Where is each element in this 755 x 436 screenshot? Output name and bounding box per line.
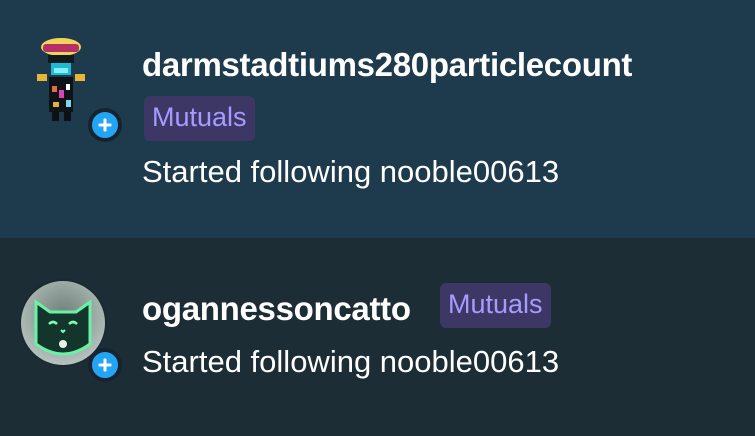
plus-icon	[98, 358, 112, 372]
pixel-art-robot-icon	[37, 38, 85, 121]
activity-text: Started following nooble00613	[142, 154, 560, 189]
username[interactable]: darmstadtiums280particlecount	[142, 46, 632, 84]
plus-icon	[98, 118, 112, 132]
activity-item[interactable]: darmstadtiums280particlecount Mutuals St…	[0, 0, 755, 238]
mutuals-badge: Mutuals	[440, 283, 551, 328]
follow-badge[interactable]	[88, 108, 122, 142]
activity-feed: darmstadtiums280particlecount Mutuals St…	[0, 0, 755, 436]
activity-text: Started following nooble00613	[142, 344, 560, 379]
username[interactable]: ogannessoncatto	[142, 290, 411, 328]
avatar[interactable]	[18, 278, 124, 384]
avatar[interactable]	[28, 32, 122, 144]
follow-badge[interactable]	[88, 348, 122, 382]
activity-item[interactable]: ogannessoncatto Mutuals Started followin…	[0, 238, 755, 436]
mutuals-badge: Mutuals	[144, 96, 255, 141]
